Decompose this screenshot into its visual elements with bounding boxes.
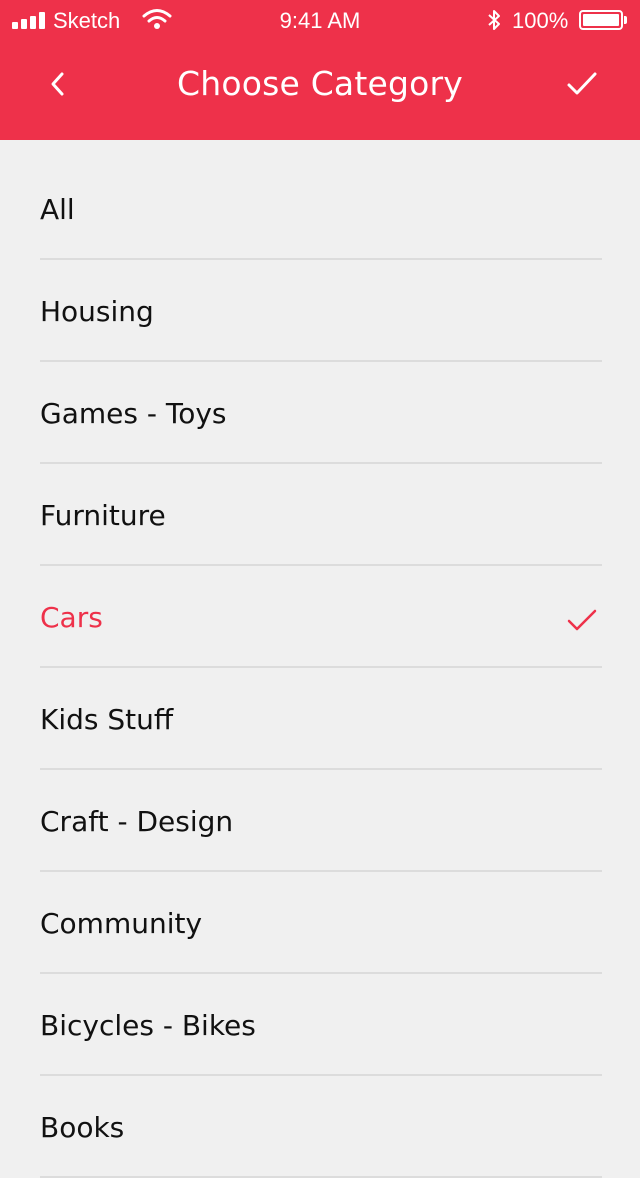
category-item-games-toys[interactable]: Games - Toys (40, 362, 602, 464)
page-title: Choose Category (176, 64, 464, 103)
category-list: All Housing Games - Toys Furniture Cars … (0, 140, 640, 1178)
category-item-books[interactable]: Books (40, 1076, 602, 1178)
category-item-craft-design[interactable]: Craft - Design (40, 770, 602, 872)
done-button[interactable] (558, 62, 606, 106)
category-item-cars[interactable]: Cars (40, 566, 602, 668)
battery-tip (624, 16, 627, 24)
category-item-housing[interactable]: Housing (40, 260, 602, 362)
bluetooth-icon (486, 8, 502, 38)
category-item-furniture[interactable]: Furniture (40, 464, 602, 566)
category-item-community[interactable]: Community (40, 872, 602, 974)
category-item-all[interactable]: All (40, 140, 602, 260)
nav-header: Sketch 9:41 AM 100% Choose Category (0, 0, 640, 140)
selected-checkmark-icon (567, 609, 597, 631)
category-label: Bicycles - Bikes (40, 1009, 256, 1042)
category-label: Kids Stuff (40, 703, 174, 736)
category-item-kids-stuff[interactable]: Kids Stuff (40, 668, 602, 770)
category-label: Books (40, 1111, 125, 1144)
category-label: All (40, 193, 75, 226)
status-bar: Sketch 9:41 AM 100% (0, 0, 640, 40)
battery-icon (579, 10, 623, 30)
checkmark-icon (567, 72, 597, 95)
category-label: Cars (40, 601, 103, 634)
category-label: Housing (40, 295, 154, 328)
battery-percentage: 100% (512, 8, 569, 33)
category-item-bicycles-bikes[interactable]: Bicycles - Bikes (40, 974, 602, 1076)
category-label: Furniture (40, 499, 166, 532)
category-label: Community (40, 907, 203, 940)
category-label: Craft - Design (40, 805, 234, 838)
category-label: Games - Toys (40, 397, 227, 430)
